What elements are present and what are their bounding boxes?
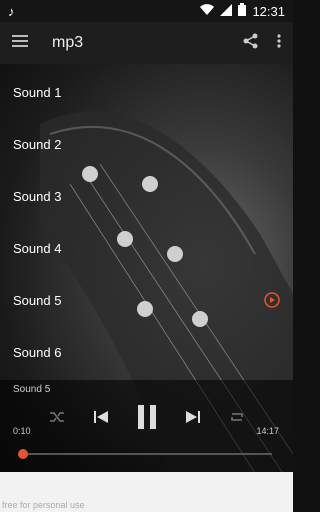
list-item[interactable]: Sound 5 [0, 274, 293, 326]
play-circle-icon[interactable] [264, 292, 280, 308]
status-time: 12:31 [252, 3, 285, 19]
footer: free for personal use [0, 472, 293, 512]
list-item[interactable]: Sound 4 [0, 222, 293, 274]
footer-note: free for personal use [2, 500, 85, 510]
more-vert-icon[interactable] [277, 33, 281, 53]
seek-bar[interactable] [17, 449, 272, 459]
seek-thumb[interactable] [17, 449, 28, 459]
previous-icon[interactable] [93, 410, 109, 429]
player-panel: Sound 5 0:10 14:17 [0, 380, 293, 472]
share-icon[interactable] [243, 33, 259, 54]
sound-label: Sound 1 [13, 84, 62, 100]
list-item[interactable]: Sound 6 [0, 326, 293, 378]
sound-label: Sound 4 [13, 240, 62, 256]
total-time: 14:17 [256, 426, 279, 436]
sound-label: Sound 2 [13, 136, 62, 152]
elapsed-time: 0:10 [13, 426, 31, 436]
app-bar: mp3 [0, 22, 293, 64]
sound-label: Sound 5 [13, 292, 62, 308]
page-title: mp3 [52, 34, 84, 51]
status-bar: ♪ 12:31 [0, 0, 293, 22]
list-item[interactable]: Sound 2 [0, 118, 293, 170]
menu-icon[interactable] [12, 34, 28, 52]
player-controls [0, 402, 293, 436]
music-note-icon: ♪ [8, 3, 15, 19]
list-item[interactable]: Sound 1 [0, 66, 293, 118]
sound-label: Sound 6 [13, 344, 62, 360]
shuffle-icon[interactable] [49, 410, 65, 429]
list-item[interactable]: Sound 3 [0, 170, 293, 222]
pause-icon[interactable] [137, 404, 157, 434]
signal-icon [220, 3, 233, 19]
sound-label: Sound 3 [13, 188, 62, 204]
battery-icon [238, 3, 247, 19]
now-playing-title: Sound 5 [13, 384, 51, 395]
wifi-icon [200, 3, 215, 19]
next-icon[interactable] [185, 410, 201, 429]
repeat-icon[interactable] [229, 410, 245, 429]
sound-list: Sound 1 Sound 2 Sound 3 Sound 4 Sound 5 … [0, 66, 293, 378]
